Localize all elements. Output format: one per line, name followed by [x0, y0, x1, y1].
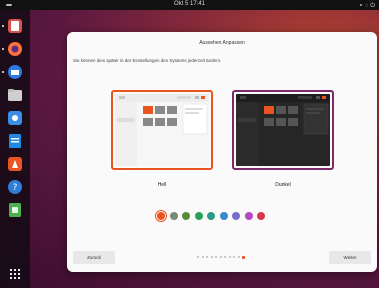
dark-theme-preview	[236, 94, 330, 166]
dark-theme-label: Dunkel	[275, 182, 291, 188]
apps-grid-icon[interactable]	[7, 266, 23, 282]
back-button[interactable]: Zurück	[73, 251, 115, 264]
accent-swatch[interactable]	[257, 212, 265, 220]
dialog-subtitle: Sie können dies später in der Einstellun…	[73, 58, 222, 63]
progress-dot	[215, 256, 217, 258]
running-indicator	[2, 48, 4, 50]
accent-swatch[interactable]	[207, 212, 215, 220]
rhythmbox-icon[interactable]	[7, 110, 23, 126]
top-bar: Okt 5 17:41 ⚬ ◌ ⏻	[0, 0, 379, 10]
dark-window-illustration	[236, 94, 330, 166]
progress-dot-current	[242, 255, 245, 259]
running-indicator	[2, 25, 4, 27]
light-theme-label: Hell	[157, 182, 167, 188]
appearance-dialog: Aussehen Anpassen Sie können dies später…	[67, 32, 377, 272]
progress-dot	[201, 256, 204, 258]
progress-dot	[206, 256, 208, 258]
light-window-illustration	[115, 94, 209, 166]
running-indicator	[2, 71, 4, 73]
progress-dot	[233, 256, 235, 258]
light-theme-preview	[115, 94, 209, 166]
accent-swatch[interactable]	[169, 212, 178, 220]
files-icon[interactable]	[7, 87, 23, 103]
next-button[interactable]: Weiter	[329, 251, 371, 264]
accent-swatch[interactable]	[194, 212, 203, 220]
dialog-title: Aussehen Anpassen	[199, 40, 245, 46]
dock: ?	[0, 10, 30, 288]
progress-dot	[210, 256, 213, 258]
accent-swatch[interactable]	[219, 212, 228, 220]
progress-dot	[228, 256, 231, 258]
app-center-icon[interactable]	[7, 18, 23, 34]
clock[interactable]: Okt 5 17:41	[0, 1, 379, 7]
progress-dot	[197, 256, 199, 258]
trash-icon[interactable]	[7, 202, 23, 218]
accent-swatch[interactable]	[157, 212, 165, 220]
progress-dot	[237, 256, 240, 258]
software-icon[interactable]	[7, 156, 23, 172]
system-tray[interactable]: ⚬ ◌ ⏻	[358, 2, 375, 10]
accent-swatch[interactable]	[182, 212, 190, 220]
light-theme-option[interactable]	[111, 90, 213, 170]
accent-swatch[interactable]	[244, 212, 253, 220]
thunderbird-icon[interactable]	[7, 64, 23, 80]
accent-swatch[interactable]	[232, 212, 240, 220]
svg-text:?: ?	[13, 183, 18, 193]
progress-dot	[224, 256, 226, 258]
firefox-icon[interactable]	[7, 41, 23, 57]
dark-theme-option[interactable]	[232, 90, 334, 170]
help-icon[interactable]: ?	[7, 179, 23, 195]
writer-icon[interactable]	[7, 133, 23, 149]
progress-dot	[219, 256, 222, 258]
